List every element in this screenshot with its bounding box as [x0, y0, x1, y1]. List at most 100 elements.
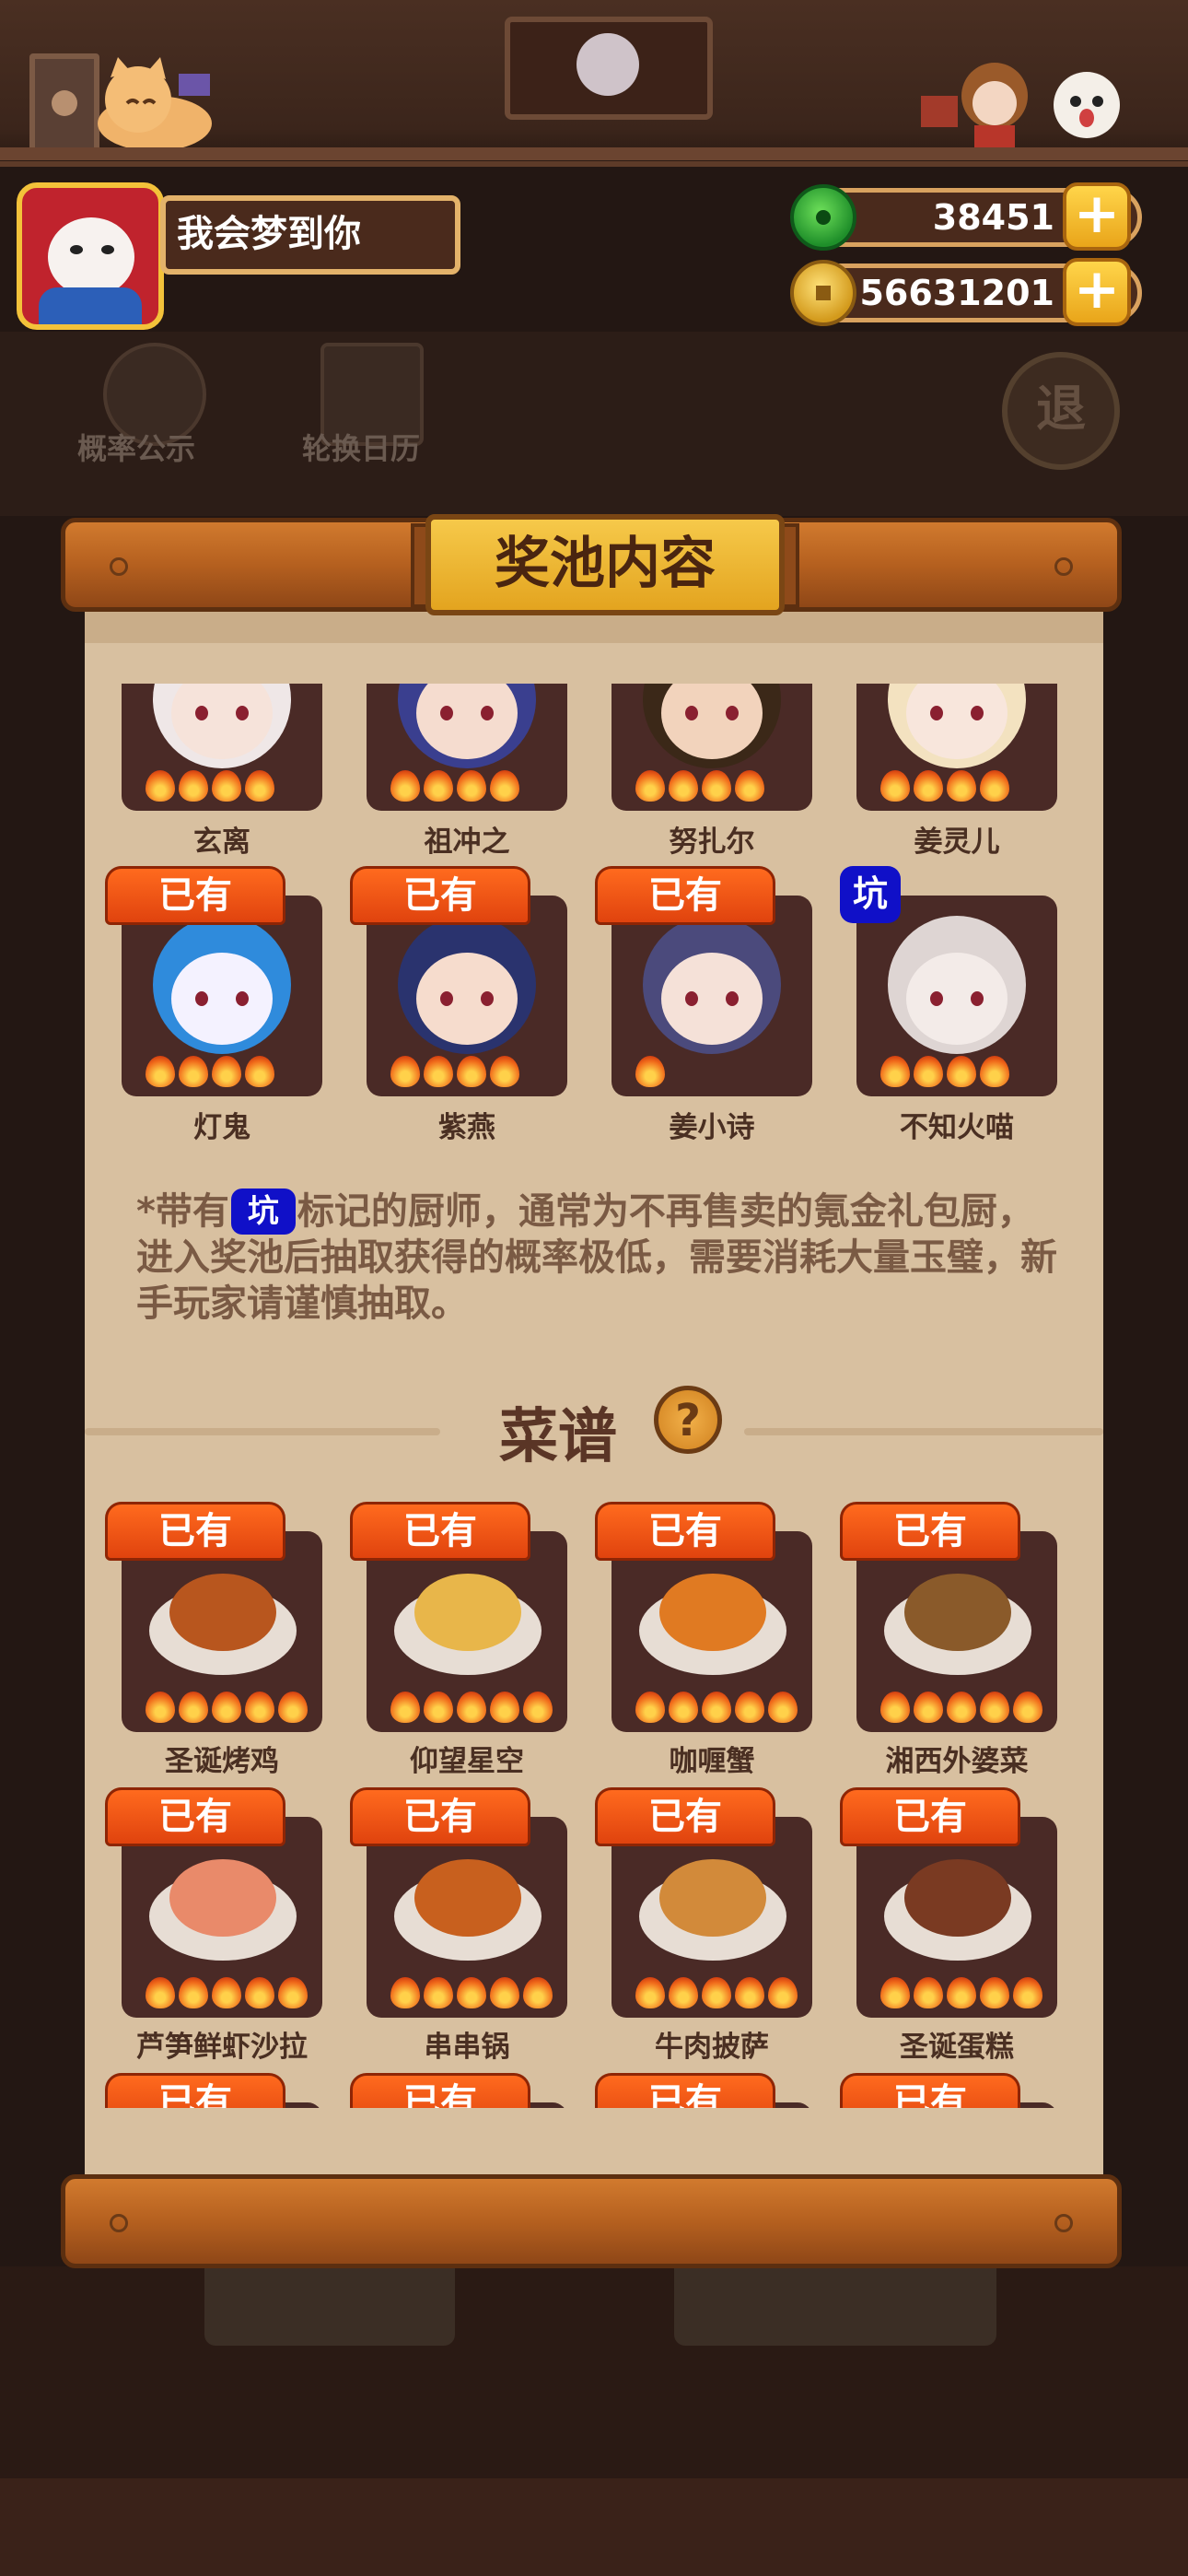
star-rating [146, 1692, 308, 1725]
chef-card[interactable] [611, 684, 812, 811]
chef-eye [930, 706, 943, 720]
dish-food [169, 1574, 276, 1651]
flame-icon [635, 1056, 665, 1087]
star-rating [390, 1977, 553, 2010]
recipe-card[interactable] [856, 1531, 1057, 1732]
flame-icon [457, 1977, 486, 2008]
chef-card[interactable] [367, 896, 567, 1096]
raccoon-face-icon [577, 33, 639, 96]
pit-badge: 坑 [840, 866, 901, 923]
recipe-card[interactable] [367, 1531, 567, 1732]
flame-icon [1013, 1692, 1042, 1723]
flame-icon [669, 1977, 698, 2008]
dish-food [659, 1859, 766, 1937]
help-icon[interactable]: ? [654, 1386, 722, 1454]
flame-icon [669, 770, 698, 802]
paw-icon [52, 90, 77, 116]
star-rating [146, 1056, 274, 1089]
dish-food [659, 1574, 766, 1651]
flame-icon [914, 1056, 943, 1087]
flame-icon [880, 1056, 910, 1087]
star-rating [880, 770, 1009, 803]
recipe-card[interactable] [611, 1531, 812, 1732]
owned-badge: 已有 [595, 1502, 775, 1561]
chef-face [661, 953, 763, 1045]
flame-icon [245, 1692, 274, 1723]
recipe-card[interactable] [122, 1817, 322, 2018]
flame-icon [457, 1692, 486, 1723]
flame-icon [1013, 1977, 1042, 2008]
chef-card[interactable] [122, 896, 322, 1096]
chef-eye [971, 706, 984, 720]
exit-button: 退 [1002, 352, 1120, 470]
flame-icon [179, 770, 208, 802]
add-gold-button[interactable]: + [1063, 258, 1131, 326]
flame-icon [146, 770, 175, 802]
owned-badge: 已有 [350, 866, 530, 925]
recipe-card[interactable] [611, 1817, 812, 2018]
flame-icon [278, 1977, 308, 2008]
owned-badge: 已有 [350, 1787, 530, 1846]
flame-icon [390, 770, 420, 802]
recipe-card[interactable] [367, 1817, 567, 2018]
orange-cat-decoration [98, 57, 212, 151]
flame-icon [424, 1977, 453, 2008]
flame-icon [146, 1692, 175, 1723]
star-rating [880, 1977, 1042, 2010]
flame-icon [947, 1977, 976, 2008]
recipe-card[interactable] [856, 1817, 1057, 2018]
dish-food [904, 1574, 1011, 1651]
flame-icon [523, 1692, 553, 1723]
hanging-sign[interactable] [505, 17, 713, 120]
section-divider-left [85, 1428, 440, 1435]
prize-list-scroll[interactable]: 玄离 祖冲之 努扎尔 姜灵儿 灯鬼 已有 紫燕 已有 姜小诗 已有 不知火喵坑 *带有坑标记的厨师，… [85, 684, 1103, 2108]
flame-icon [735, 770, 764, 802]
recipes-title: 菜谱 [499, 1403, 617, 1471]
flame-icon [947, 1056, 976, 1087]
star-rating [390, 1056, 519, 1089]
chef-card[interactable] [367, 684, 567, 811]
flame-icon [146, 1056, 175, 1087]
owned-badge: 已有 [105, 1502, 285, 1561]
owned-badge: 已有 [350, 1502, 530, 1561]
nail [1054, 557, 1073, 576]
flame-icon [179, 1977, 208, 2008]
flame-icon [669, 1692, 698, 1723]
flame-icon [424, 1056, 453, 1087]
flame-icon [212, 1056, 241, 1087]
chef-eye [440, 991, 453, 1006]
chef-eye [195, 706, 208, 720]
flame-icon [635, 770, 665, 802]
dish-food [904, 1859, 1011, 1937]
recipe-name: 牛肉披萨 [655, 2031, 769, 2064]
chef-name: 姜灵儿 [914, 825, 1000, 859]
star-rating [635, 1056, 665, 1089]
chef-card[interactable] [856, 896, 1057, 1096]
notice-prefix: *带有 [136, 1190, 229, 1233]
chef-card[interactable] [122, 684, 322, 811]
recipe-name: 圣诞烤鸡 [165, 1745, 279, 1778]
recipe-name: 串串锅 [424, 2031, 510, 2064]
pit-notice: *带有坑标记的厨师，通常为不再售卖的氪金礼包厨，进入奖池后抽取获得的概率极低，需… [136, 1188, 1057, 1327]
flame-icon [212, 770, 241, 802]
recipe-card[interactable] [122, 1531, 322, 1732]
draw-ten-button-dim [674, 2257, 996, 2346]
star-rating [146, 1977, 308, 2010]
probability-button: 概率公示 [77, 431, 196, 466]
section-divider-right [744, 1428, 1103, 1435]
chef-name: 紫燕 [438, 1111, 495, 1144]
flame-icon [702, 770, 731, 802]
flame-icon [245, 1977, 274, 2008]
jade-icon [790, 184, 856, 251]
owned-badge: 已有 [105, 2073, 285, 2108]
avatar-robe [39, 287, 142, 324]
recipe-name: 仰望星空 [410, 1745, 524, 1778]
add-jade-button[interactable]: + [1063, 182, 1131, 251]
player-avatar[interactable] [17, 182, 164, 330]
flame-icon [490, 770, 519, 802]
chef-card[interactable] [611, 896, 812, 1096]
player-name: 我会梦到你 [160, 195, 460, 275]
flame-icon [980, 770, 1009, 802]
chef-card[interactable] [856, 684, 1057, 811]
shelf-plank [0, 147, 1188, 160]
